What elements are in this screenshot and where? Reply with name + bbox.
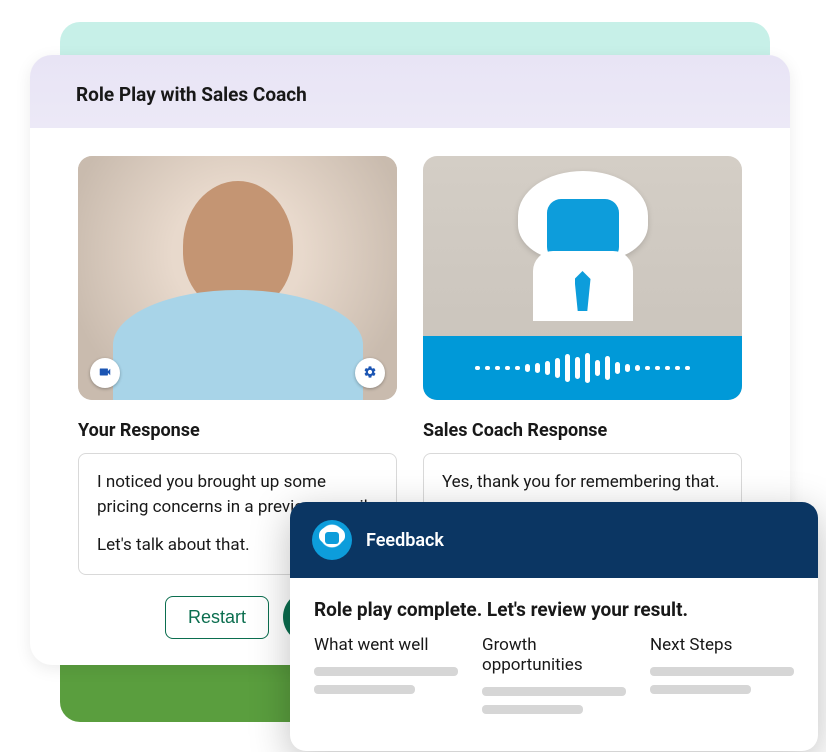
user-avatar-image xyxy=(78,156,397,400)
skeleton-line xyxy=(314,667,458,676)
feedback-col-next-steps: Next Steps xyxy=(650,635,794,723)
camera-toggle-button[interactable] xyxy=(90,358,120,388)
user-response-heading: Your Response xyxy=(78,420,397,441)
feedback-header: Feedback xyxy=(290,502,818,578)
feedback-panel-title: Feedback xyxy=(366,530,444,551)
feedback-col-title: Next Steps xyxy=(650,635,794,655)
skeleton-line xyxy=(482,705,583,714)
card-header: Role Play with Sales Coach xyxy=(30,55,790,128)
feedback-body: Role play complete. Let's review your re… xyxy=(290,578,818,751)
feedback-col-title: Growth opportunities xyxy=(482,635,626,675)
user-video-tile xyxy=(78,156,397,400)
coach-response-text: Yes, thank you for remembering that. xyxy=(442,470,723,495)
video-settings-button[interactable] xyxy=(355,358,385,388)
feedback-col-title: What went well xyxy=(314,635,458,655)
feedback-lead-text: Role play complete. Let's review your re… xyxy=(314,598,794,621)
feedback-columns: What went well Growth opportunities Next… xyxy=(314,635,794,723)
camera-icon xyxy=(98,364,112,383)
coach-video-tile xyxy=(423,156,742,400)
skeleton-line xyxy=(314,685,415,694)
feedback-col-what-went-well: What went well xyxy=(314,635,458,723)
feedback-col-growth: Growth opportunities xyxy=(482,635,626,723)
page-title: Role Play with Sales Coach xyxy=(76,83,744,106)
gear-icon xyxy=(363,364,377,383)
coach-avatar-area xyxy=(423,156,742,336)
einstein-avatar xyxy=(513,171,653,321)
einstein-avatar-small xyxy=(312,520,352,560)
audio-waveform-bar xyxy=(423,336,742,400)
skeleton-line xyxy=(650,667,794,676)
skeleton-line xyxy=(482,687,626,696)
coach-response-heading: Sales Coach Response xyxy=(423,420,742,441)
feedback-panel: Feedback Role play complete. Let's revie… xyxy=(290,502,818,751)
waveform-icon xyxy=(475,353,690,383)
skeleton-line xyxy=(650,685,751,694)
restart-button[interactable]: Restart xyxy=(165,596,269,639)
